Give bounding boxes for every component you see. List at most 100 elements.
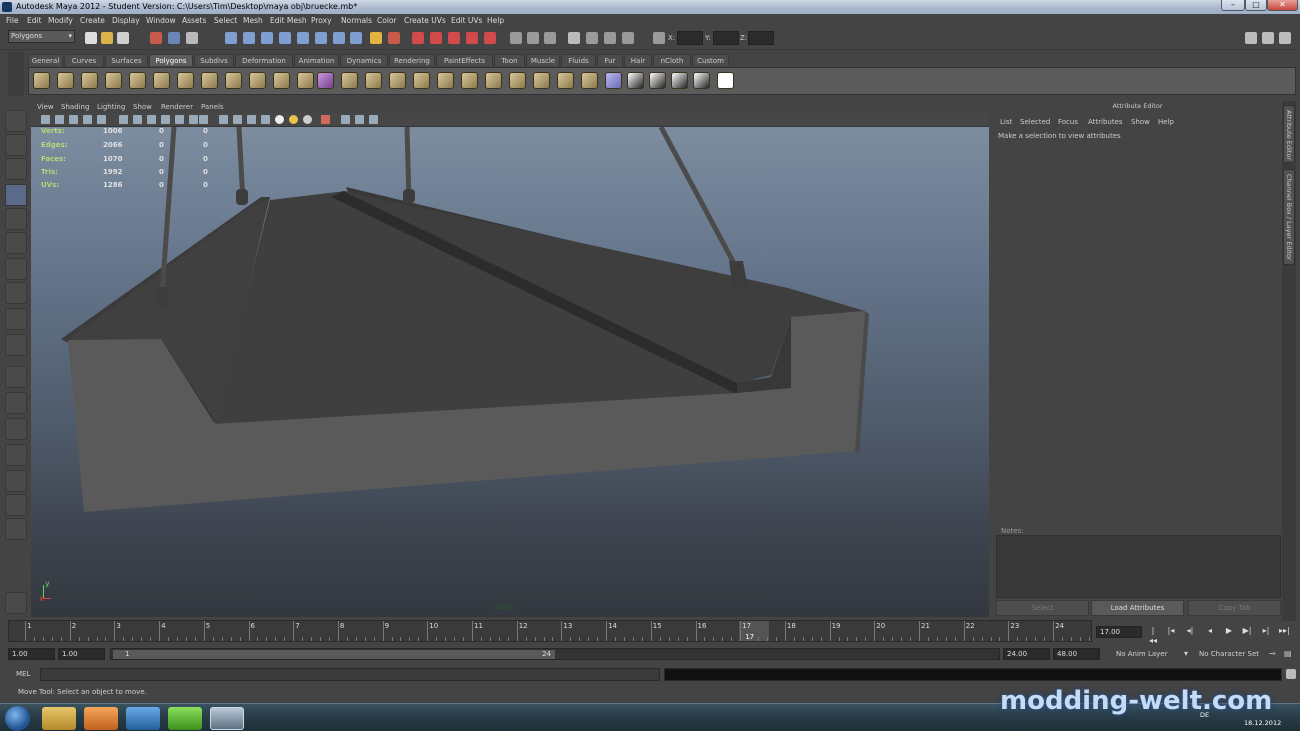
mel-label[interactable]: MEL bbox=[16, 670, 30, 678]
universal-manipulator-icon[interactable] bbox=[5, 258, 27, 280]
menu-set-dropdown[interactable]: Polygons ▾ bbox=[8, 30, 75, 43]
sculpt-geometry-icon[interactable] bbox=[605, 72, 622, 89]
attr-menu-selected[interactable]: Selected bbox=[1020, 118, 1050, 126]
high-quality-icon[interactable] bbox=[303, 115, 312, 124]
attr-menu-help[interactable]: Help bbox=[1158, 118, 1174, 126]
preferences-icon[interactable]: ▤ bbox=[1284, 649, 1292, 658]
rotate-tool-icon[interactable] bbox=[5, 208, 27, 230]
poly-cone-icon[interactable] bbox=[105, 72, 122, 89]
sidebar-toggle-icon[interactable] bbox=[1245, 32, 1257, 44]
menu-select[interactable]: Select bbox=[214, 14, 237, 28]
render-view-icon[interactable] bbox=[448, 32, 460, 44]
poly-platonic-icon[interactable] bbox=[273, 72, 290, 89]
menu-modify[interactable]: Modify bbox=[48, 14, 73, 28]
select-camera-icon[interactable] bbox=[41, 115, 50, 124]
render-region-icon[interactable] bbox=[484, 32, 496, 44]
current-time-field[interactable]: 17.00 bbox=[1096, 626, 1142, 638]
smooth-shade-icon[interactable] bbox=[233, 115, 242, 124]
play-forwards-button[interactable]: ▶ bbox=[1224, 626, 1234, 636]
uv-texture-editor-icon[interactable] bbox=[717, 72, 734, 89]
show-manipulator-icon[interactable] bbox=[5, 308, 27, 330]
poly-plane-icon[interactable] bbox=[129, 72, 146, 89]
tab-polygons[interactable]: Polygons bbox=[149, 54, 193, 66]
offset-edge-loop-icon[interactable] bbox=[557, 72, 574, 89]
anim-layer-arrow-icon[interactable]: ▾ bbox=[1184, 649, 1188, 658]
media-player-taskbar-icon[interactable] bbox=[84, 707, 118, 730]
construction-history-icon[interactable] bbox=[333, 32, 345, 44]
resolution-gate-icon[interactable] bbox=[133, 115, 142, 124]
language-indicator[interactable]: DE bbox=[1200, 711, 1209, 719]
combine-icon[interactable] bbox=[297, 72, 314, 89]
poly-cylinder-icon[interactable] bbox=[81, 72, 98, 89]
menu-proxy[interactable]: Proxy bbox=[311, 14, 332, 28]
x-field[interactable] bbox=[677, 31, 703, 45]
menu-color[interactable]: Color bbox=[377, 14, 397, 28]
range-slider-handle[interactable]: 1 24 bbox=[113, 650, 555, 659]
append-polygon-icon[interactable] bbox=[461, 72, 478, 89]
icq-taskbar-icon[interactable] bbox=[168, 707, 202, 730]
copy-tab-button[interactable]: Copy Tab bbox=[1188, 600, 1281, 616]
extract-icon[interactable] bbox=[341, 72, 358, 89]
explorer-taskbar-icon[interactable] bbox=[42, 707, 76, 730]
key-icon[interactable]: ⊸ bbox=[1269, 649, 1276, 658]
planar-mapping-icon[interactable] bbox=[627, 72, 644, 89]
toggle-panel-icon[interactable] bbox=[510, 32, 522, 44]
extrude-icon[interactable] bbox=[413, 72, 430, 89]
automatic-mapping-icon[interactable] bbox=[693, 72, 710, 89]
viewport-menu-renderer[interactable]: Renderer bbox=[161, 101, 193, 113]
menu-normals[interactable]: Normals bbox=[341, 14, 372, 28]
persp-graph-layout-icon[interactable] bbox=[5, 444, 27, 466]
minimize-button[interactable]: – bbox=[1221, 0, 1245, 11]
select-object-icon[interactable] bbox=[168, 32, 180, 44]
tab-toon[interactable]: Toon bbox=[494, 54, 525, 66]
playback-start-field[interactable]: 1.00 bbox=[58, 648, 105, 660]
tab-rendering[interactable]: Rendering bbox=[389, 54, 435, 66]
lasso-tool-icon[interactable] bbox=[5, 134, 27, 156]
menu-create-uvs[interactable]: Create UVs bbox=[404, 14, 446, 28]
open-scene-icon[interactable] bbox=[101, 32, 113, 44]
perspective-viewport[interactable]: Verts: 1006 0 0 Edges: 2066 0 0 Faces: 1… bbox=[31, 127, 989, 617]
layout-options-icon[interactable] bbox=[5, 518, 27, 540]
select-tool-icon[interactable] bbox=[5, 110, 27, 132]
transform-input-icon[interactable] bbox=[653, 32, 665, 44]
select-hierarchy-icon[interactable] bbox=[150, 32, 162, 44]
tab-surfaces[interactable]: Surfaces bbox=[105, 54, 148, 66]
mel-input[interactable] bbox=[40, 668, 660, 681]
separate-icon[interactable] bbox=[365, 72, 382, 89]
wireframe-on-shaded-icon[interactable] bbox=[247, 115, 256, 124]
maximize-button[interactable]: □ bbox=[1245, 0, 1267, 11]
spherical-mapping-icon[interactable] bbox=[671, 72, 688, 89]
xray-joints-icon[interactable] bbox=[355, 115, 364, 124]
shadows-icon[interactable] bbox=[289, 115, 298, 124]
lock-icon[interactable] bbox=[370, 32, 382, 44]
menu-assets[interactable]: Assets bbox=[182, 14, 206, 28]
tab-deformation[interactable]: Deformation bbox=[235, 54, 293, 66]
animation-start-field[interactable]: 1.00 bbox=[8, 648, 55, 660]
go-to-end-button[interactable]: ▸▸| bbox=[1279, 626, 1290, 636]
shelf-options[interactable] bbox=[8, 52, 24, 96]
viewport-menu-shading[interactable]: Shading bbox=[61, 101, 89, 113]
fill-hole-icon[interactable] bbox=[485, 72, 502, 89]
tab-custom[interactable]: Custom bbox=[692, 54, 729, 66]
custom-layout-icon[interactable] bbox=[5, 494, 27, 516]
tab-subdivs[interactable]: Subdivs bbox=[194, 54, 234, 66]
render-current-icon[interactable] bbox=[412, 32, 424, 44]
start-button[interactable] bbox=[5, 706, 30, 731]
wedge-icon[interactable] bbox=[581, 72, 598, 89]
poly-sphere-icon[interactable] bbox=[33, 72, 50, 89]
menu-mesh[interactable]: Mesh bbox=[243, 14, 263, 28]
attr-menu-list[interactable]: List bbox=[1000, 118, 1012, 126]
persp-outliner-layout-icon[interactable] bbox=[5, 418, 27, 440]
animation-end-field[interactable]: 48.00 bbox=[1053, 648, 1100, 660]
smooth-icon[interactable] bbox=[389, 72, 406, 89]
move-tool-icon[interactable] bbox=[5, 184, 27, 206]
tab-channel-box[interactable]: Channel Box / Layer Editor bbox=[1283, 169, 1295, 265]
go-to-start-button[interactable]: |◂◂ bbox=[1148, 626, 1158, 645]
soft-modification-icon[interactable] bbox=[5, 282, 27, 304]
input-line-icon[interactable] bbox=[350, 32, 362, 44]
playback-end-field[interactable]: 24.00 bbox=[1003, 648, 1050, 660]
gate-mask-icon[interactable] bbox=[147, 115, 156, 124]
step-forward-key-button[interactable]: ▸| bbox=[1261, 626, 1271, 636]
camera-attributes-icon[interactable] bbox=[55, 115, 64, 124]
wireframe-icon[interactable] bbox=[622, 32, 634, 44]
